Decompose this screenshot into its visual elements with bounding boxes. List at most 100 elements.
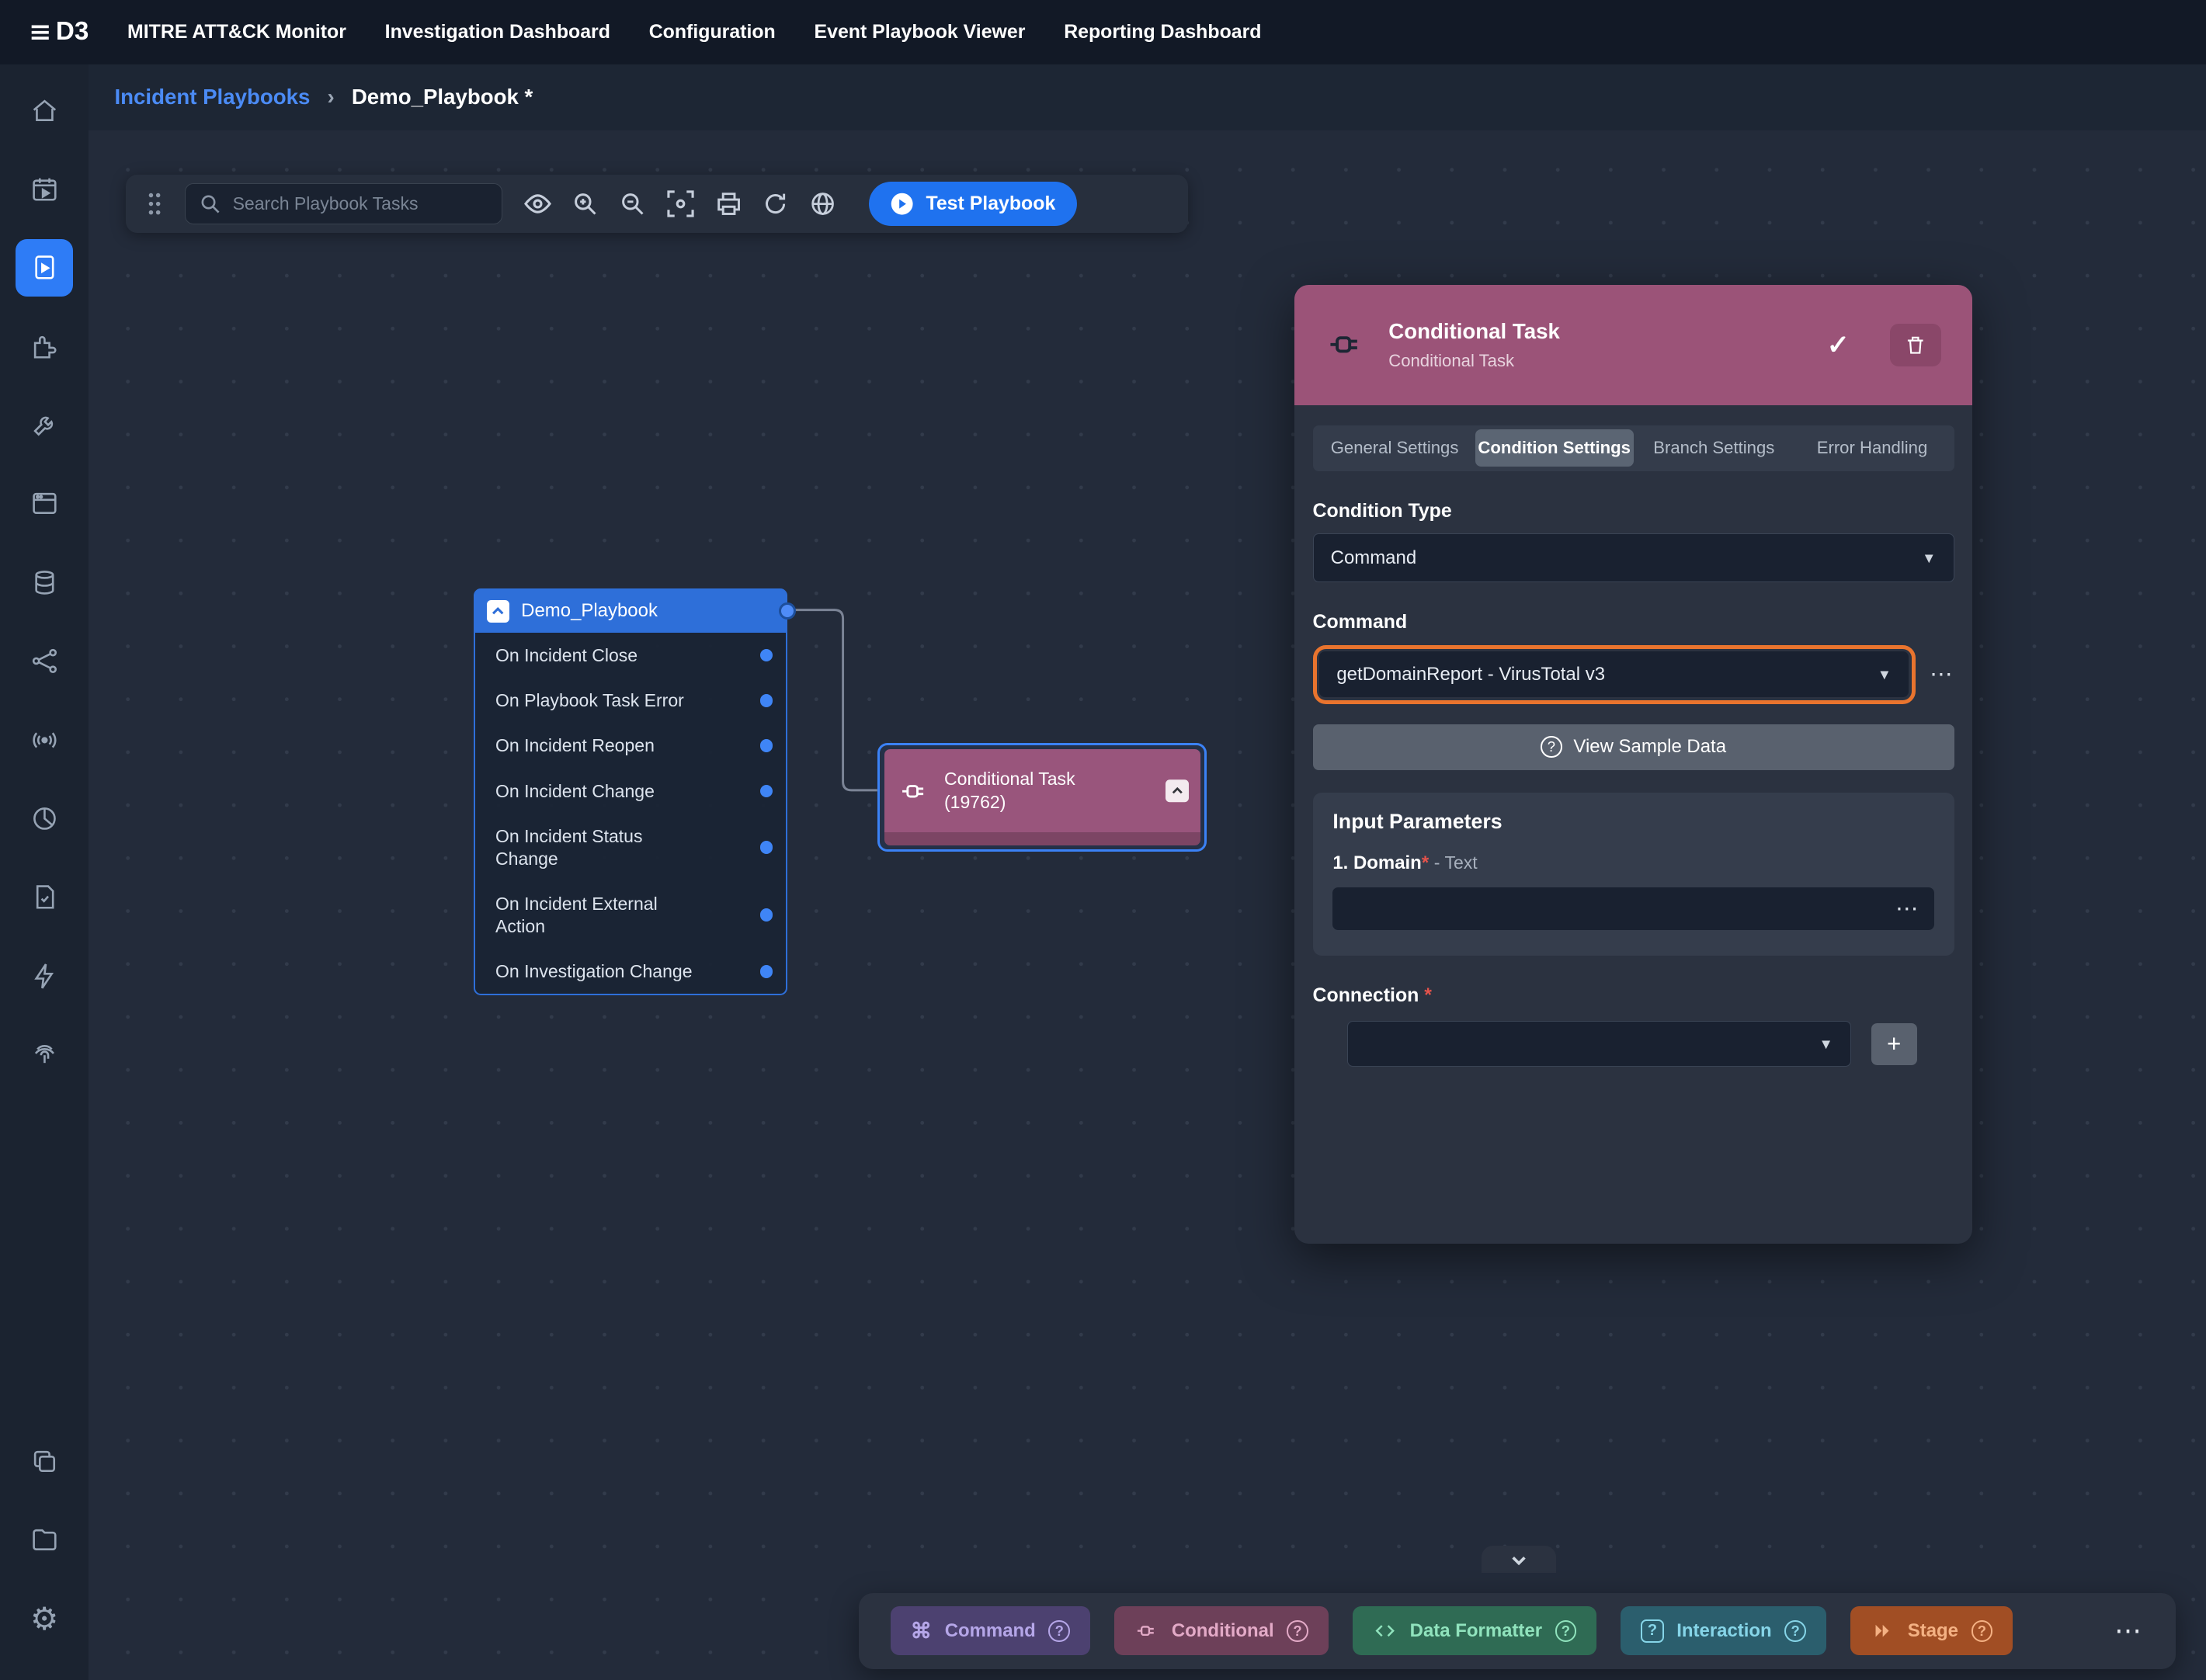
sidebar-item-files[interactable]	[16, 1512, 73, 1569]
trigger-on-playbook-task-error[interactable]: On Playbook Task Error	[475, 678, 786, 723]
confirm-button[interactable]: ✓	[1810, 323, 1867, 366]
sidebar-item-copy[interactable]	[16, 1433, 73, 1491]
question-circle-icon: ?	[1541, 736, 1562, 758]
playbook-trigger-node[interactable]: Demo_Playbook On Incident Close On Playb…	[474, 588, 787, 996]
nav-item-configuration[interactable]: Configuration	[649, 21, 776, 43]
playbook-canvas[interactable]: Test Playbook Demo_Playbook On Incident …	[89, 130, 2206, 1680]
palette-command-button[interactable]: ⌘ Command ?	[891, 1606, 1090, 1655]
playbook-node-header[interactable]: Demo_Playbook	[475, 590, 786, 633]
sidebar-item-calendar[interactable]	[16, 160, 73, 217]
command-more-button[interactable]: ⋯	[1930, 663, 1954, 686]
task-detail-panel: Conditional Task Conditional Task ✓ Gene…	[1294, 285, 1973, 1244]
delete-task-button[interactable]	[1890, 324, 1941, 366]
trigger-on-incident-external-action[interactable]: On Incident External Action	[475, 881, 786, 949]
palette-stage-button[interactable]: Stage ?	[1850, 1606, 2013, 1655]
sidebar-item-automation[interactable]	[16, 947, 73, 1005]
trigger-label: On Incident Status Change	[495, 826, 642, 869]
connection-select[interactable]: ▼	[1347, 1021, 1851, 1067]
d3-logo-icon	[29, 21, 51, 43]
breadcrumb: Incident Playbooks › Demo_Playbook *	[0, 64, 2206, 130]
command-value: getDomainReport - VirusTotal v3	[1336, 664, 1605, 686]
plug-icon	[1134, 1619, 1159, 1643]
condition-type-select[interactable]: Command ▼	[1313, 533, 1954, 582]
trigger-port[interactable]	[760, 739, 773, 752]
view-sample-data-button[interactable]: ? View Sample Data	[1313, 724, 1954, 770]
fit-screen-icon[interactable]	[667, 190, 694, 217]
tab-general-settings[interactable]: General Settings	[1317, 429, 1472, 467]
conditional-task-node[interactable]: Conditional Task (19762)	[877, 743, 1207, 852]
add-connection-button[interactable]: +	[1871, 1023, 1917, 1064]
panel-body: General Settings Condition Settings Bran…	[1294, 405, 1973, 1067]
eye-icon[interactable]	[524, 190, 551, 217]
trigger-port[interactable]	[760, 965, 773, 978]
question-circle-icon: ?	[1287, 1620, 1308, 1642]
search-input[interactable]	[233, 193, 488, 214]
tab-error-handling[interactable]: Error Handling	[1794, 429, 1950, 467]
logo-text: D3	[56, 17, 89, 47]
toolbar-collapse-button[interactable]	[1482, 1546, 1556, 1573]
sidebar-item-data[interactable]	[16, 554, 73, 611]
trigger-on-incident-change[interactable]: On Incident Change	[475, 769, 786, 814]
tab-branch-settings[interactable]: Branch Settings	[1636, 429, 1791, 467]
playbook-task-search[interactable]	[185, 183, 502, 224]
palette-data-formatter-button[interactable]: Data Formatter ?	[1353, 1606, 1596, 1655]
zoom-in-icon[interactable]	[572, 191, 598, 217]
node-collapse-toggle[interactable]	[1166, 779, 1188, 802]
pie-chart-icon	[30, 804, 59, 833]
refresh-icon[interactable]	[763, 191, 788, 217]
playbook-output-port[interactable]	[779, 602, 796, 620]
trigger-port[interactable]	[760, 908, 773, 922]
sidebar-item-home[interactable]	[16, 82, 73, 139]
chevron-down-icon: ▼	[1878, 666, 1892, 683]
command-select[interactable]: getDomainReport - VirusTotal v3 ▼	[1319, 651, 1909, 697]
trigger-port[interactable]	[760, 785, 773, 798]
palette-interaction-button[interactable]: ? Interaction ?	[1621, 1606, 1826, 1655]
app-root: D3 MITRE ATT&CK Monitor Investigation Da…	[0, 0, 2206, 1680]
nav-item-investigation-dashboard[interactable]: Investigation Dashboard	[385, 21, 610, 43]
sidebar-item-utilities[interactable]	[16, 397, 73, 454]
sidebar-item-integrations[interactable]	[16, 318, 73, 375]
sidebar-item-analytics[interactable]	[16, 790, 73, 847]
param-more-button[interactable]: ⋯	[1895, 897, 1919, 921]
trigger-on-incident-close[interactable]: On Incident Close	[475, 633, 786, 678]
tab-condition-settings[interactable]: Condition Settings	[1475, 429, 1634, 467]
trigger-on-incident-status-change[interactable]: On Incident Status Change	[475, 814, 786, 881]
trigger-on-incident-reopen[interactable]: On Incident Reopen	[475, 724, 786, 769]
palette-conditional-button[interactable]: Conditional ?	[1114, 1606, 1328, 1655]
nav-item-event-playbook-viewer[interactable]: Event Playbook Viewer	[815, 21, 1026, 43]
sidebar-item-settings[interactable]: ⚙	[16, 1590, 73, 1647]
trigger-label: On Incident Change	[495, 781, 655, 801]
panel-titles: Conditional Task Conditional Task	[1388, 319, 1787, 371]
panel-header: Conditional Task Conditional Task ✓	[1294, 285, 1973, 405]
param-domain-input[interactable]: ⋯	[1332, 887, 1933, 930]
param-name: 1. Domain	[1332, 852, 1421, 873]
globe-icon[interactable]	[810, 191, 836, 217]
breadcrumb-incident-playbooks[interactable]: Incident Playbooks	[114, 85, 310, 109]
trigger-label: On Incident External Action	[495, 894, 658, 936]
wrench-icon	[30, 411, 59, 439]
trigger-port[interactable]	[760, 694, 773, 707]
palette-more-button[interactable]: ⋯	[2114, 1615, 2145, 1647]
trigger-port[interactable]	[760, 841, 773, 854]
sidebar-item-playbooks[interactable]	[16, 239, 73, 297]
connection-label-text: Connection	[1313, 984, 1419, 1006]
code-icon	[1373, 1619, 1397, 1643]
sidebar-item-identity[interactable]	[16, 1026, 73, 1084]
sidebar-item-reports[interactable]	[16, 869, 73, 926]
print-icon[interactable]	[716, 191, 742, 217]
trigger-on-investigation-change[interactable]: On Investigation Change	[475, 949, 786, 994]
sidebar-item-window[interactable]	[16, 475, 73, 533]
trigger-port[interactable]	[760, 649, 773, 662]
drag-handle-icon[interactable]	[146, 191, 163, 217]
playbook-node-icon	[487, 600, 509, 623]
conditional-task-node-header[interactable]: Conditional Task (19762)	[884, 749, 1200, 832]
nav-item-reporting-dashboard[interactable]: Reporting Dashboard	[1064, 21, 1261, 43]
test-playbook-button[interactable]: Test Playbook	[869, 182, 1077, 226]
zoom-out-icon[interactable]	[620, 191, 645, 217]
nav-item-mitre-attck-monitor[interactable]: MITRE ATT&CK Monitor	[127, 21, 346, 43]
param-domain-input-field[interactable]	[1347, 897, 1863, 919]
sidebar-item-broadcast[interactable]	[16, 711, 73, 769]
playbook-icon	[30, 253, 59, 282]
d3-logo[interactable]: D3	[29, 17, 89, 47]
sidebar-item-connections[interactable]	[16, 633, 73, 690]
